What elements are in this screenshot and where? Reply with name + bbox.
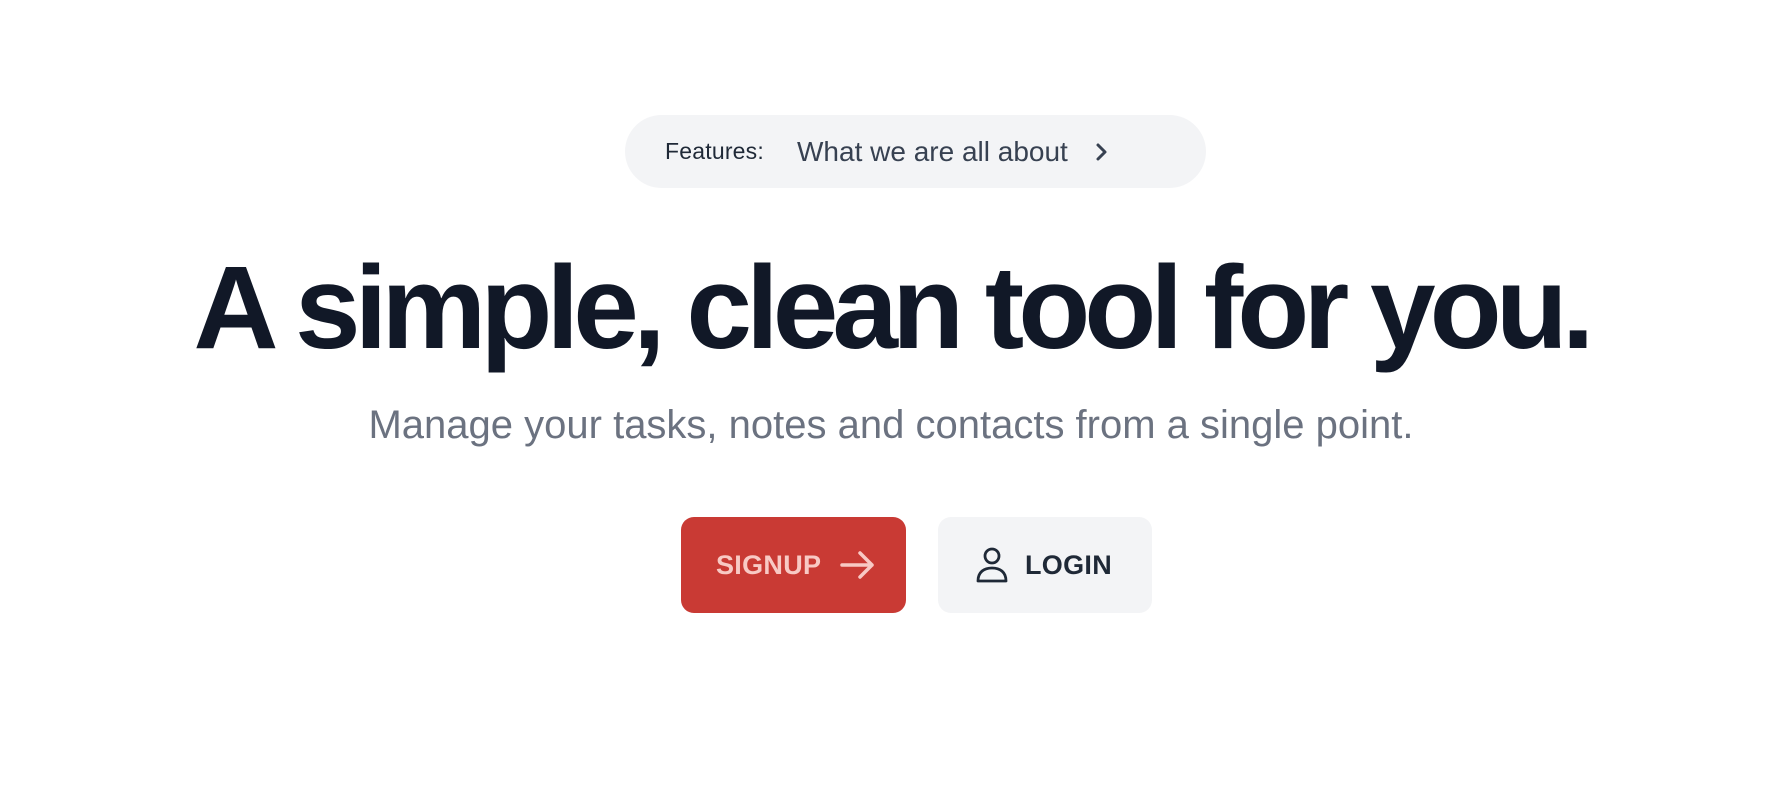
signup-button[interactable]: SIGNUP bbox=[681, 517, 906, 613]
signup-label: SIGNUP bbox=[716, 549, 822, 580]
arrow-right-icon bbox=[839, 550, 877, 580]
announcement-text: What we are all about bbox=[797, 135, 1068, 167]
announcement-prefix: Features: bbox=[665, 138, 764, 164]
cta-group: SIGNUP LOGIN bbox=[681, 517, 1152, 613]
login-button[interactable]: LOGIN bbox=[938, 517, 1152, 613]
login-label: LOGIN bbox=[1025, 549, 1112, 580]
hero-title: A simple, clean tool for you. bbox=[193, 242, 1594, 374]
user-icon bbox=[975, 546, 1009, 584]
chevron-right-icon bbox=[1094, 140, 1110, 164]
hero-subtitle: Manage your tasks, notes and contacts fr… bbox=[368, 403, 1414, 447]
hero-section: Features: What we are all about A simple… bbox=[0, 0, 1782, 788]
features-announcement-link[interactable]: Features: What we are all about bbox=[625, 115, 1206, 188]
